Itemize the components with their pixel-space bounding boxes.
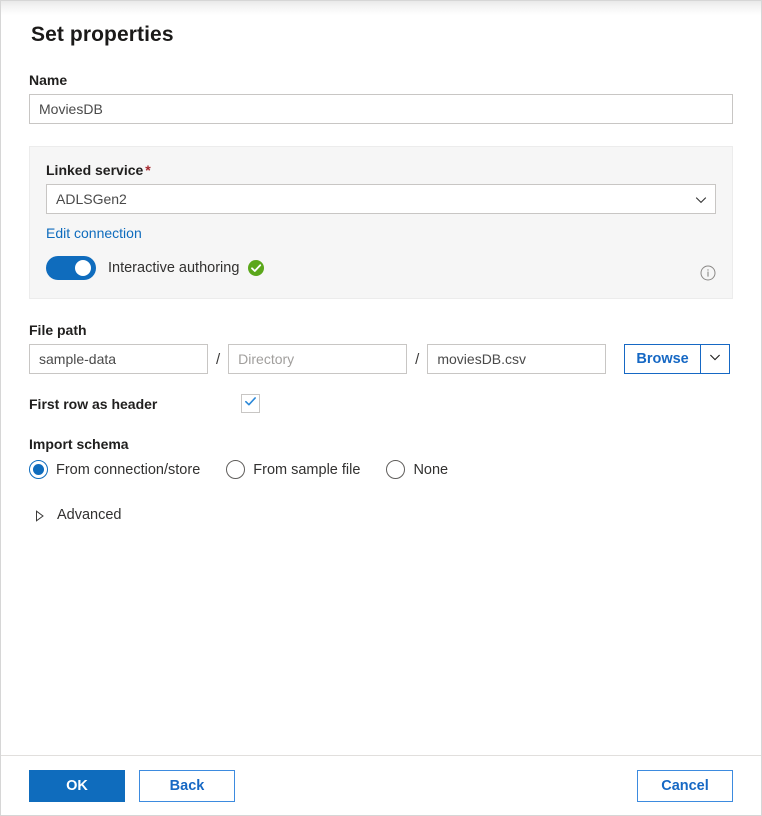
file-path-container-input[interactable]: [29, 344, 208, 374]
first-row-as-header-checkbox[interactable]: [241, 394, 260, 413]
linked-service-select-wrap: ADLSGen2: [46, 184, 716, 214]
import-schema-label: Import schema: [29, 435, 733, 453]
green-check-badge-icon: [248, 260, 264, 276]
info-circle-icon[interactable]: [700, 265, 716, 281]
radio-label: None: [413, 462, 448, 478]
required-asterisk: *: [145, 162, 150, 178]
interactive-authoring-label: Interactive authoring: [108, 260, 239, 276]
path-separator-2: /: [415, 351, 419, 368]
browse-split-button: Browse: [624, 344, 729, 374]
import-schema-radio-row: From connection/store From sample file N…: [29, 460, 733, 479]
import-schema-option-from-connection[interactable]: From connection/store: [29, 460, 200, 479]
chevron-down-icon: [709, 350, 721, 368]
name-field-group: Name: [29, 71, 733, 124]
back-button[interactable]: Back: [139, 770, 235, 802]
toggle-knob: [75, 260, 91, 276]
import-schema-option-none[interactable]: None: [386, 460, 448, 479]
checkmark-icon: [244, 395, 257, 413]
browse-button[interactable]: Browse: [624, 344, 699, 374]
advanced-expander[interactable]: Advanced: [29, 507, 149, 523]
browse-caret-button[interactable]: [700, 344, 730, 374]
dialog-body: Name Linked service* ADLSGen2 Edit conne…: [1, 49, 761, 755]
file-path-group: File path / / Browse: [29, 321, 733, 374]
interactive-authoring-row: Interactive authoring: [46, 256, 716, 280]
name-label: Name: [29, 71, 733, 89]
radio-indicator: [386, 460, 405, 479]
linked-service-panel: Linked service* ADLSGen2 Edit connection…: [29, 146, 733, 299]
name-input[interactable]: [29, 94, 733, 124]
dialog-footer: OK Back Cancel: [1, 755, 761, 815]
ok-button[interactable]: OK: [29, 770, 125, 802]
edit-connection-link[interactable]: Edit connection: [46, 225, 142, 241]
linked-service-selected-value: ADLSGen2: [56, 185, 127, 213]
advanced-label: Advanced: [57, 507, 122, 523]
file-path-row: / / Browse: [29, 344, 733, 374]
linked-service-label: Linked service*: [46, 161, 716, 179]
radio-indicator: [29, 460, 48, 479]
page-title: Set properties: [31, 21, 731, 49]
path-separator-1: /: [216, 351, 220, 368]
dialog-header: Set properties: [1, 1, 761, 49]
linked-service-label-text: Linked service: [46, 162, 143, 178]
import-schema-group: Import schema From connection/store From…: [29, 435, 733, 479]
triangle-right-icon: [35, 509, 45, 521]
file-path-file-input[interactable]: [427, 344, 606, 374]
interactive-authoring-toggle[interactable]: [46, 256, 96, 280]
file-path-directory-input[interactable]: [228, 344, 407, 374]
radio-label: From connection/store: [56, 462, 200, 478]
cancel-button[interactable]: Cancel: [637, 770, 733, 802]
file-path-label: File path: [29, 321, 733, 339]
import-schema-option-from-sample-file[interactable]: From sample file: [226, 460, 360, 479]
radio-indicator: [226, 460, 245, 479]
set-properties-dialog: Set properties Name Linked service* ADLS…: [0, 0, 762, 816]
linked-service-select[interactable]: ADLSGen2: [46, 184, 716, 214]
first-row-as-header-label: First row as header: [29, 396, 241, 412]
first-row-as-header-row: First row as header: [29, 394, 733, 413]
radio-label: From sample file: [253, 462, 360, 478]
